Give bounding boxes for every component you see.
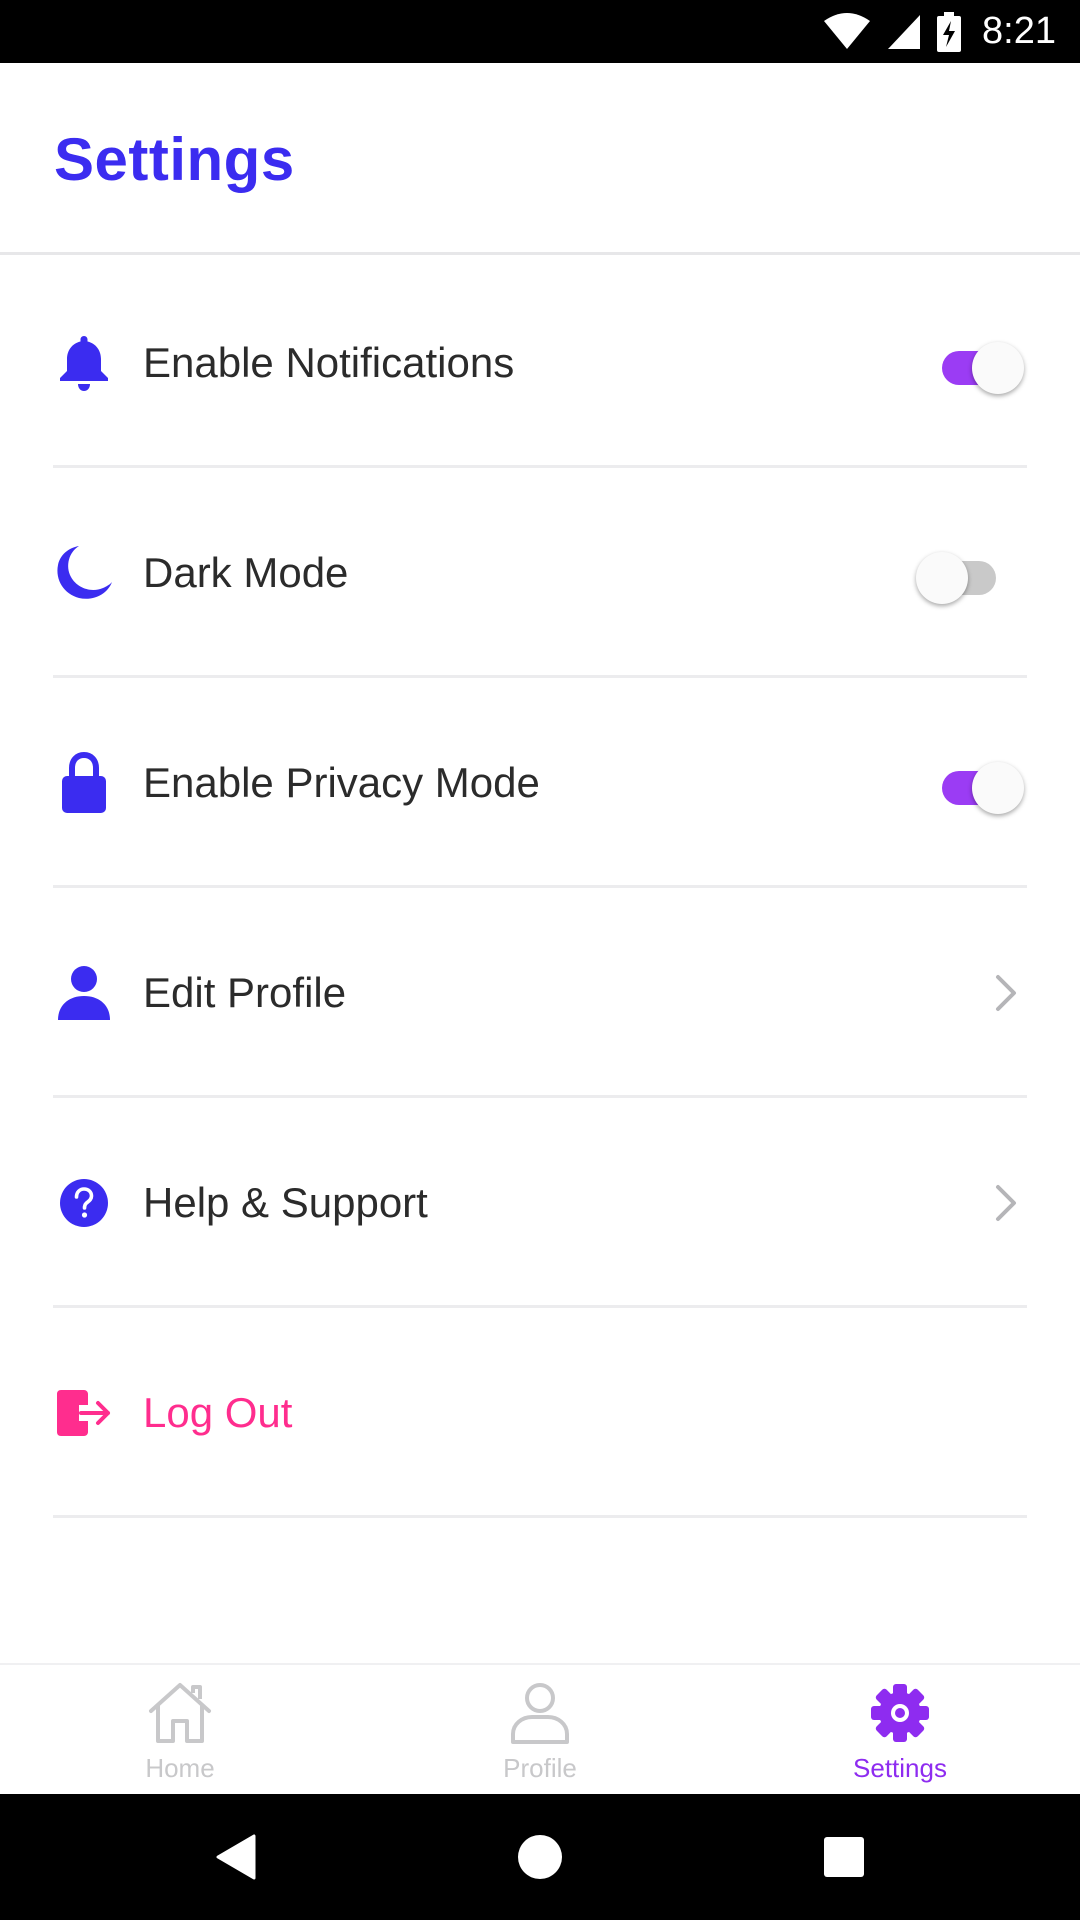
settings-row-dark-mode[interactable]: Dark Mode bbox=[0, 468, 1080, 678]
tab-settings[interactable]: Settings bbox=[720, 1665, 1080, 1796]
toggle-knob bbox=[972, 762, 1024, 814]
toggle-knob bbox=[916, 552, 968, 604]
divider bbox=[53, 1515, 1027, 1518]
home-circle-icon bbox=[518, 1835, 562, 1879]
gear-icon bbox=[866, 1679, 934, 1747]
battery-charging-icon bbox=[937, 11, 962, 52]
app-header: Settings bbox=[0, 63, 1080, 255]
status-time: 8:21 bbox=[982, 10, 1056, 52]
tab-label: Home bbox=[145, 1753, 215, 1783]
recents-button[interactable] bbox=[784, 1794, 904, 1920]
person-icon bbox=[54, 888, 114, 1098]
profile-icon bbox=[506, 1679, 574, 1747]
settings-row-notifications[interactable]: Enable Notifications bbox=[0, 258, 1080, 468]
wifi-icon bbox=[824, 12, 871, 49]
moon-icon bbox=[54, 468, 114, 678]
system-nav-bar bbox=[0, 1794, 1080, 1920]
toggle-knob bbox=[972, 342, 1024, 394]
cell-signal-icon bbox=[888, 14, 921, 49]
bottom-tab-bar: Home Profile Settings bbox=[0, 1663, 1080, 1794]
settings-row-edit-profile[interactable]: Edit Profile bbox=[0, 888, 1080, 1098]
home-button[interactable] bbox=[480, 1794, 600, 1920]
settings-row-log-out[interactable]: Log Out bbox=[0, 1308, 1080, 1518]
page-title: Settings bbox=[54, 126, 295, 193]
back-button[interactable] bbox=[176, 1794, 296, 1920]
lock-icon bbox=[54, 678, 114, 888]
bell-icon bbox=[54, 258, 114, 468]
settings-label: Help & Support bbox=[143, 1179, 428, 1226]
dark-mode-toggle[interactable] bbox=[916, 543, 1000, 604]
tab-label: Settings bbox=[853, 1753, 947, 1783]
privacy-mode-toggle[interactable] bbox=[938, 753, 1024, 814]
tab-profile[interactable]: Profile bbox=[360, 1665, 720, 1796]
chevron-right-icon bbox=[996, 1185, 1016, 1221]
notifications-toggle[interactable] bbox=[938, 333, 1024, 394]
settings-row-help-support[interactable]: Help & Support bbox=[0, 1098, 1080, 1308]
settings-label: Enable Privacy Mode bbox=[143, 759, 540, 806]
recents-icon bbox=[824, 1837, 864, 1877]
home-icon bbox=[146, 1679, 214, 1747]
logout-label: Log Out bbox=[143, 1389, 293, 1436]
settings-label: Enable Notifications bbox=[143, 339, 515, 386]
question-circle-icon bbox=[54, 1098, 114, 1308]
settings-label: Dark Mode bbox=[143, 549, 349, 596]
back-icon bbox=[216, 1834, 256, 1880]
logout-icon bbox=[54, 1308, 114, 1518]
status-bar: 8:21 bbox=[0, 0, 1080, 63]
tab-home[interactable]: Home bbox=[0, 1665, 360, 1796]
tab-label: Profile bbox=[503, 1753, 577, 1783]
chevron-right-icon bbox=[996, 975, 1016, 1011]
settings-label: Edit Profile bbox=[143, 969, 347, 1016]
settings-row-privacy-mode[interactable]: Enable Privacy Mode bbox=[0, 678, 1080, 888]
